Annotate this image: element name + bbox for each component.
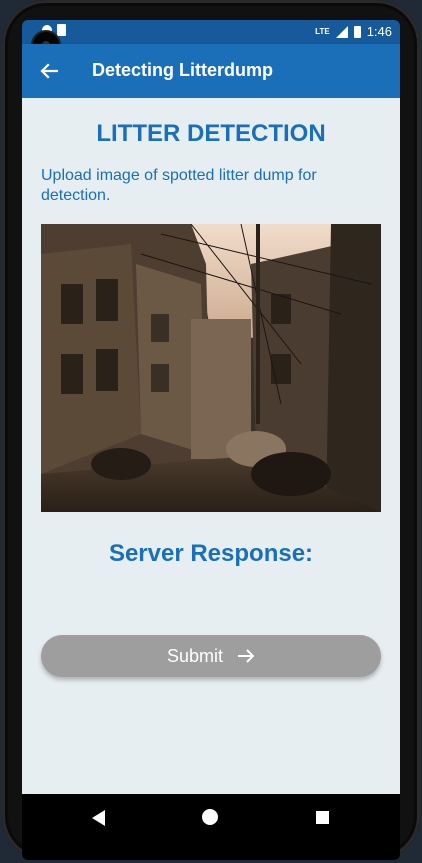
- submit-label: Submit: [166, 645, 224, 666]
- system-nav-bar: [22, 794, 400, 842]
- uploaded-image[interactable]: [41, 224, 381, 512]
- arrow-right-icon: [238, 649, 255, 663]
- status-bar: LTE 1:46: [22, 20, 400, 44]
- back-triangle-icon[interactable]: [92, 810, 105, 826]
- app-bar: Detecting Litterdump: [22, 44, 400, 98]
- arrow-left-icon: [40, 63, 58, 79]
- battery-icon: [353, 25, 361, 38]
- instruction-text: Upload image of spotted litter dump for …: [41, 167, 317, 204]
- submit-button[interactable]: Submit: [41, 635, 381, 677]
- status-right: LTE 1:46: [315, 24, 392, 39]
- page-heading: LITTER DETECTION: [96, 120, 326, 147]
- home-circle-icon[interactable]: [202, 809, 218, 825]
- main-content: LITTER DETECTION Upload image of spotted…: [22, 98, 400, 794]
- screen: LTE 1:46 Detecting Litterdump LITTER DET…: [22, 20, 400, 860]
- signal-icon: [335, 25, 348, 38]
- alley-photo: [41, 224, 381, 512]
- sim-icon: [57, 24, 66, 36]
- app-bar-title: Detecting Litterdump: [92, 60, 274, 80]
- status-time: 1:46: [366, 24, 392, 39]
- server-response-label: Server Response:: [108, 540, 314, 567]
- network-label: LTE: [315, 27, 330, 36]
- phone-frame: LTE 1:46 Detecting Litterdump LITTER DET…: [2, 0, 420, 860]
- back-button[interactable]: [36, 58, 62, 84]
- recents-square-icon[interactable]: [316, 811, 329, 824]
